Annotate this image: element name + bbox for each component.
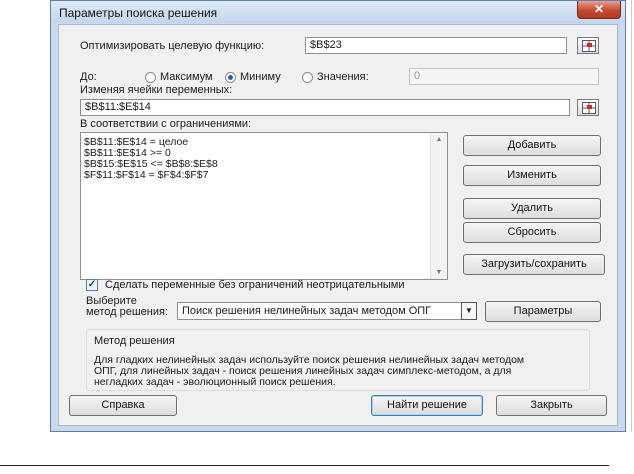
value-input[interactable]: 0: [409, 68, 599, 85]
add-button[interactable]: Добавить: [463, 135, 601, 156]
nonnegative-checkbox[interactable]: ✓: [86, 279, 98, 291]
method-info-group: Метод решения Для гладких нелинейных зад…: [86, 329, 590, 391]
nonnegative-label: Сделать переменные без ограничений неотр…: [105, 279, 405, 291]
dialog-title: Параметры поиска решения: [59, 6, 218, 20]
solver-dialog: Параметры поиска решения ✕ Оптимизироват…: [50, 0, 626, 432]
close-button[interactable]: Закрыть: [496, 395, 607, 416]
radio-min[interactable]: [225, 72, 236, 83]
title-bar[interactable]: Параметры поиска решения ✕: [51, 1, 625, 23]
chevron-down-icon[interactable]: ▼: [461, 302, 477, 320]
method-select[interactable]: Поиск решения нелинейных задач методом О…: [177, 302, 477, 320]
window-edge: [626, 0, 634, 432]
radio-value[interactable]: [302, 72, 313, 83]
options-button[interactable]: Параметры: [485, 301, 601, 322]
radio-min-label: Миниму: [240, 71, 281, 83]
constraints-list[interactable]: $B$11:$E$14 = целое $B$11:$E$14 >= 0 $B$…: [80, 132, 448, 280]
radio-value-label: Значения:: [317, 71, 369, 83]
delete-button[interactable]: Удалить: [463, 198, 601, 219]
method-label-line2: метод решения:: [86, 306, 168, 318]
constraints-label: В соответствии с ограничениями:: [80, 118, 252, 130]
scroll-down-icon[interactable]: ▼: [434, 269, 444, 276]
load-save-button[interactable]: Загрузить/сохранить: [463, 254, 605, 275]
variables-label: Изменяя ячейки переменных:: [80, 84, 233, 96]
objective-label: Оптимизировать целевую функцию:: [80, 40, 265, 52]
objective-input[interactable]: $B$23: [305, 37, 567, 54]
list-scrollbar[interactable]: ▲ ▼: [430, 133, 447, 279]
target-label: До:: [80, 71, 97, 83]
solve-button[interactable]: Найти решение: [371, 395, 483, 416]
method-select-value: Поиск решения нелинейных задач методом О…: [182, 305, 432, 317]
method-info-title: Метод решения: [94, 335, 175, 347]
reset-button[interactable]: Сбросить: [463, 222, 601, 243]
dialog-body: Оптимизировать целевую функцию: $B$23 До…: [58, 24, 618, 426]
divider: [0, 465, 609, 466]
variables-input[interactable]: $B$11:$E$14: [80, 99, 570, 116]
variables-ref-button[interactable]: [577, 99, 599, 116]
objective-ref-button[interactable]: [577, 37, 599, 54]
scroll-up-icon[interactable]: ▲: [434, 136, 444, 143]
radio-max[interactable]: [145, 72, 156, 83]
radio-max-label: Максимум: [160, 71, 213, 83]
method-info-line: негладких задач - эволюционный поиск реш…: [94, 376, 336, 388]
change-button[interactable]: Изменить: [463, 165, 601, 186]
help-button[interactable]: Справка: [69, 395, 177, 416]
list-item[interactable]: $F$11:$F$14 = $F$4:$F$7: [84, 169, 208, 181]
close-icon[interactable]: ✕: [577, 1, 621, 19]
